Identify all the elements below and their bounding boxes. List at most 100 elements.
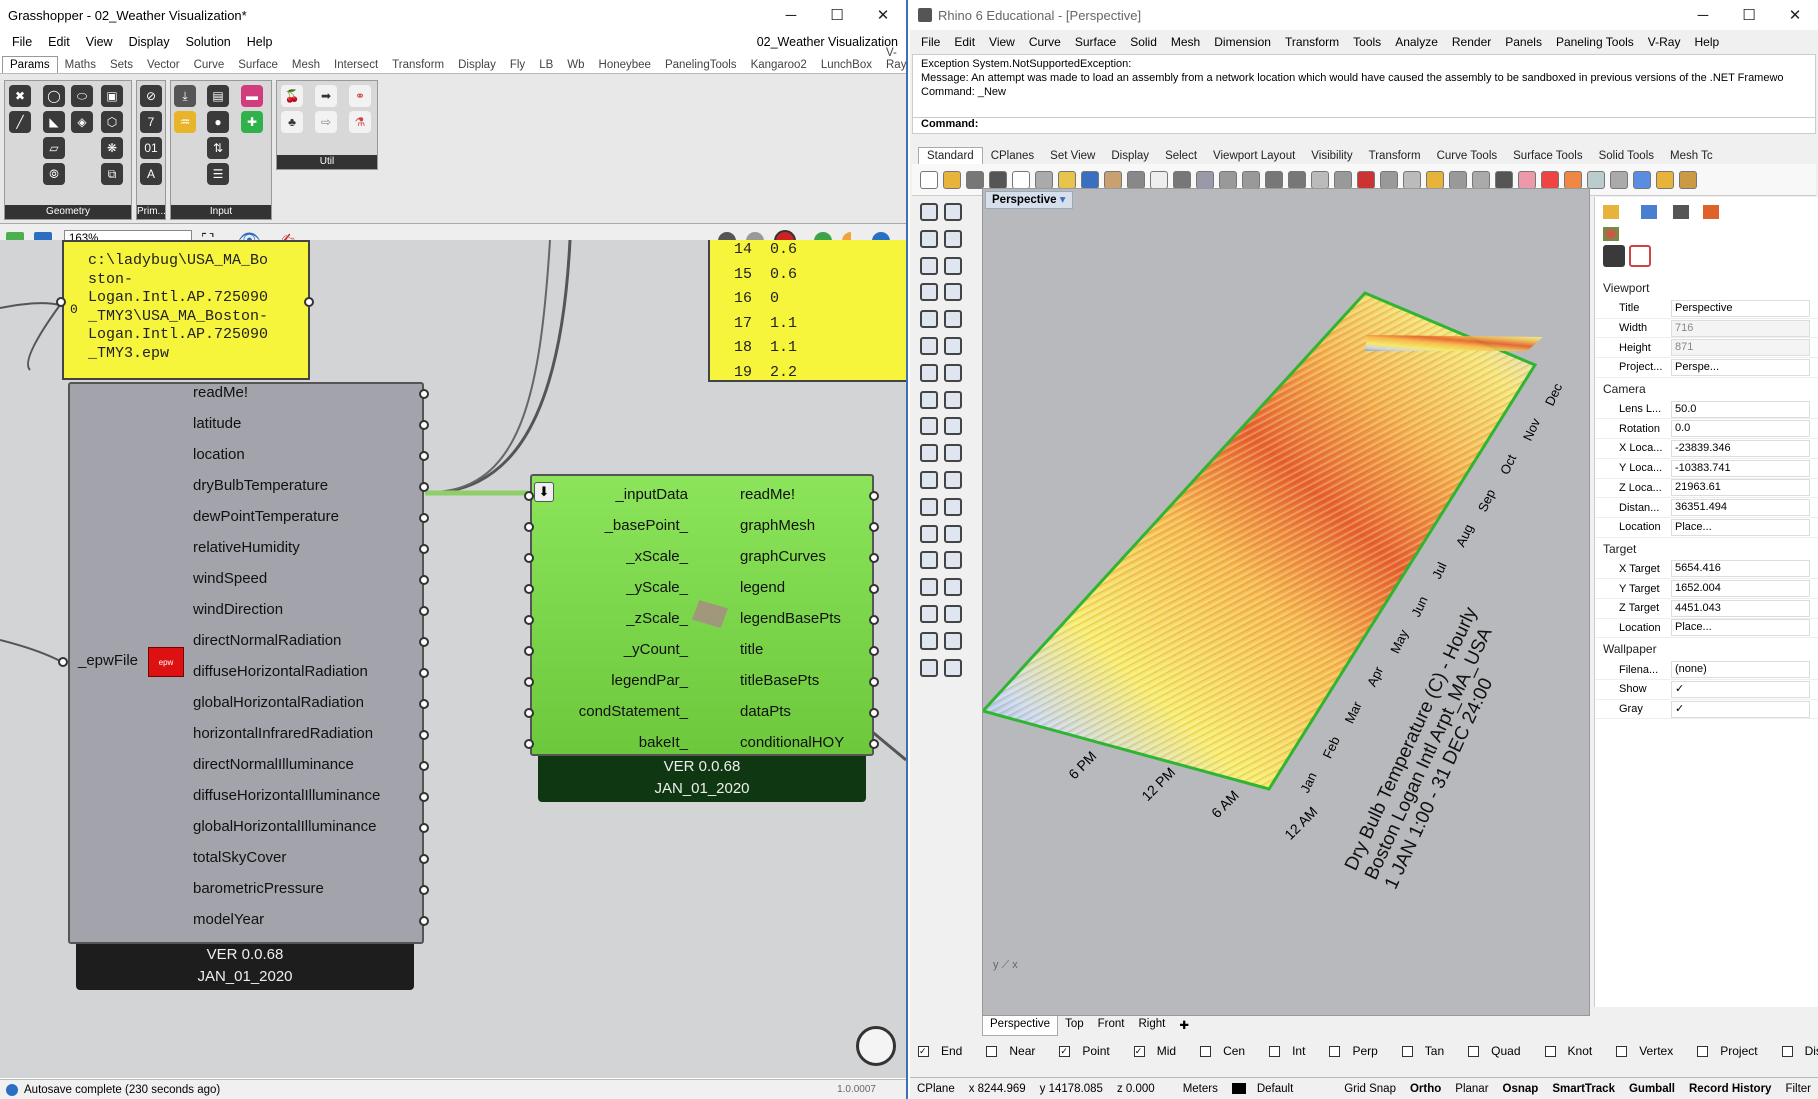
property-value[interactable]: 4451.043 [1671,599,1810,617]
side-tool-icon[interactable] [920,551,938,570]
maximize-icon[interactable]: ☐ [814,6,860,24]
button-icon[interactable]: ● [207,111,229,133]
cplane-label[interactable]: CPlane [910,1083,962,1095]
standard-tool-icon[interactable] [1357,171,1375,189]
tab-fly[interactable]: Fly [503,57,532,73]
standard-tool-icon[interactable] [920,171,938,189]
rhino-menu-item[interactable]: Transform [1278,35,1346,49]
toolbar-tab[interactable]: Transform [1361,148,1429,164]
standard-tool-icon[interactable] [1012,171,1030,189]
epw-output-port[interactable] [419,792,429,802]
epw-output-port[interactable] [419,730,429,740]
property-value[interactable]: -23839.346 [1671,439,1810,457]
menu-display[interactable]: Display [121,35,178,49]
standard-tool-icon[interactable] [1242,171,1260,189]
side-tool-icon[interactable] [920,658,938,677]
camera-tab-icon[interactable] [1673,205,1689,219]
property-value[interactable]: Perspe... [1671,358,1810,376]
side-tool-icon[interactable] [920,390,938,409]
toolbar-tab[interactable]: Mesh Tc [1662,148,1721,164]
text-param-icon[interactable]: A [140,163,162,185]
integer-param-icon[interactable]: 7 [140,111,162,133]
boolean-param-icon[interactable]: ⊘ [140,85,162,107]
chart-output-port[interactable] [869,584,879,594]
epw-input-port[interactable] [58,657,68,667]
tab-kangaroo2[interactable]: Kangaroo2 [744,57,814,73]
rhino-menu-item[interactable]: Panels [1498,35,1549,49]
rhino-menu-item[interactable]: Analyze [1388,35,1445,49]
tab-honeybee[interactable]: Honeybee [592,57,658,73]
sun-icon[interactable] [1703,205,1719,219]
mesh-param-icon[interactable]: ◣ [43,111,65,133]
property-value[interactable]: 0.0 [1671,420,1810,438]
box-param-icon[interactable]: ▣ [101,85,123,107]
osnap-vertex[interactable]: Vertex [1616,1044,1685,1058]
rhino-menu-item[interactable]: File [914,35,947,49]
tab-vector[interactable]: Vector [140,57,187,73]
chart-output-port[interactable] [869,491,879,501]
toggle-filter[interactable]: Filter [1778,1083,1818,1095]
osnap-disable[interactable]: Disable [1781,1044,1818,1058]
materials-icon[interactable] [1603,227,1619,241]
tab-transform[interactable]: Transform [385,57,451,73]
epw-output-port[interactable] [419,761,429,771]
standard-tool-icon[interactable] [1679,171,1697,189]
side-tool-icon[interactable] [944,337,962,355]
side-tool-icon[interactable] [920,631,938,650]
side-tool-icon[interactable] [944,283,962,302]
property-value[interactable]: 5654.416 [1671,560,1810,578]
side-tool-icon[interactable] [920,578,938,597]
cherries-icon[interactable]: 🍒 [281,85,303,107]
osnap-checkbox[interactable] [1200,1045,1212,1057]
epw-output-port[interactable] [419,544,429,554]
side-tool-icon[interactable] [944,256,962,275]
point-param-icon[interactable]: ⦾ [43,163,65,185]
standard-tool-icon[interactable] [1334,171,1352,189]
tab-lb[interactable]: LB [532,57,560,73]
surface-param-icon[interactable]: ⬭ [71,85,93,107]
osnap-checkbox[interactable] [1781,1045,1793,1057]
minimize-icon[interactable]: ─ [1680,7,1726,24]
toolbar-tab[interactable]: Viewport Layout [1205,148,1303,164]
standard-tool-icon[interactable] [1656,171,1674,189]
side-tool-icon[interactable] [920,310,938,329]
toggle-gumball[interactable]: Gumball [1622,1083,1682,1095]
epw-output-port[interactable] [419,451,429,461]
standard-tool-icon[interactable] [1403,171,1421,189]
epw-output-port[interactable] [419,420,429,430]
rhino-menu-item[interactable]: Paneling Tools [1549,35,1641,49]
chart-input-port[interactable] [524,553,534,563]
osnap-quad[interactable]: Quad [1468,1044,1532,1058]
property-value[interactable]: Perspective [1671,299,1810,317]
tab-sets[interactable]: Sets [103,57,140,73]
osnap-checkbox[interactable] [1616,1045,1628,1057]
side-tool-icon[interactable] [944,524,962,543]
epw-output-port[interactable] [419,823,429,833]
side-tool-icon[interactable] [944,658,962,677]
layer-indicator[interactable]: Default [1225,1083,1307,1095]
side-tool-icon[interactable] [944,631,962,650]
toolbar-tab[interactable]: Curve Tools [1429,148,1506,164]
standard-tool-icon[interactable] [1495,171,1513,189]
osnap-perp[interactable]: Perp [1329,1044,1389,1058]
osnap-checkbox[interactable] [986,1045,998,1057]
slider-icon[interactable]: ⇅ [207,137,229,159]
standard-tool-icon[interactable] [1173,171,1191,189]
forward-arrow-icon[interactable]: ➡ [315,85,337,107]
standard-tool-icon[interactable] [1127,171,1145,189]
outline-arrow-icon[interactable]: ⇨ [315,111,337,133]
rhino-menu-item[interactable]: Mesh [1164,35,1207,49]
side-tool-icon[interactable] [944,605,962,623]
plane-param-icon[interactable]: ▱ [43,137,65,159]
toolbar-tab[interactable]: Select [1157,148,1205,164]
side-tool-icon[interactable] [944,203,962,221]
toolbar-tab[interactable]: Set View [1042,148,1103,164]
rhino-menu-item[interactable]: V-Ray [1641,35,1688,49]
line-param-icon[interactable]: ╱ [9,111,31,133]
group-param-icon[interactable]: ❋ [101,137,123,159]
osnap-checkbox[interactable] [1544,1045,1556,1057]
property-value[interactable]: 871 [1671,339,1810,357]
chart-input-port[interactable] [524,584,534,594]
standard-tool-icon[interactable] [1633,171,1651,189]
tab-panelingtools[interactable]: PanelingTools [658,57,744,73]
